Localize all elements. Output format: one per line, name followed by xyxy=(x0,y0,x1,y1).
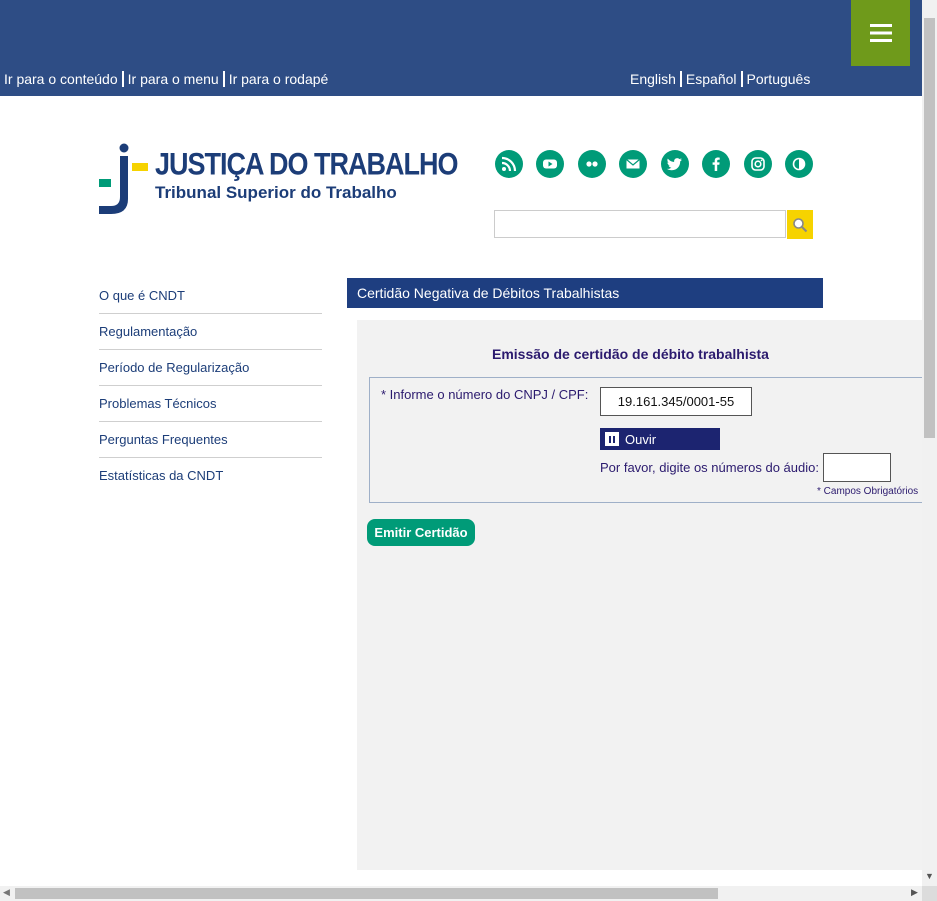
skip-to-content-link[interactable]: Ir para o conteúdo xyxy=(4,71,118,87)
flickr-icon[interactable] xyxy=(578,150,606,178)
logo-subtitle: Tribunal Superior do Trabalho xyxy=(155,183,397,202)
vertical-scrollbar-thumb[interactable] xyxy=(924,18,935,438)
listen-audio-label: Ouvir xyxy=(625,431,657,447)
sidebar-item-perguntas-frequentes[interactable]: Perguntas Frequentes xyxy=(99,422,322,458)
form-fieldset: * Informe o número do CNPJ / CPF: Ouvir … xyxy=(369,377,929,503)
sidebar-item-o-que-e-cndt[interactable]: O que é CNDT xyxy=(99,278,322,314)
hamburger-icon xyxy=(869,24,892,42)
facebook-icon[interactable] xyxy=(702,150,730,178)
separator xyxy=(222,71,225,87)
horizontal-scrollbar[interactable]: ◀ ▶ xyxy=(0,886,922,901)
logo-title: JUSTIÇA DO TRABALHO xyxy=(155,147,458,182)
sidebar-nav: O que é CNDT Regulamentação Período de R… xyxy=(99,278,322,493)
skip-to-footer-link[interactable]: Ir para o rodapé xyxy=(229,71,329,87)
youtube-icon[interactable] xyxy=(536,150,564,178)
top-bar: Ir para o conteúdo Ir para o menu Ir par… xyxy=(0,0,922,96)
scrollbar-corner xyxy=(922,886,937,901)
form-title: Emissão de certidão de débito trabalhist… xyxy=(492,346,769,362)
skip-to-menu-link[interactable]: Ir para o menu xyxy=(128,71,219,87)
twitter-icon[interactable] xyxy=(661,150,689,178)
instagram-icon[interactable] xyxy=(744,150,772,178)
site-logo[interactable]: JUSTIÇA DO TRABALHO Tribunal Superior do… xyxy=(99,143,458,215)
audio-captcha-input[interactable] xyxy=(823,453,891,482)
cnpj-input[interactable] xyxy=(600,387,752,416)
sidebar-item-problemas-tecnicos[interactable]: Problemas Técnicos xyxy=(99,386,322,422)
sidebar-item-regulamentacao[interactable]: Regulamentação xyxy=(99,314,322,350)
audio-captcha-label: Por favor, digite os números do áudio: xyxy=(600,460,819,475)
pause-icon xyxy=(605,432,619,446)
email-icon[interactable] xyxy=(619,150,647,178)
skip-links: Ir para o conteúdo Ir para o menu Ir par… xyxy=(4,71,328,87)
content-panel: Emissão de certidão de débito trabalhist… xyxy=(357,320,929,870)
search-button[interactable] xyxy=(787,210,813,239)
search-icon xyxy=(793,217,808,232)
cnpj-label: * Informe o número do CNPJ / CPF: xyxy=(381,387,589,402)
sidebar-item-periodo-regularizacao[interactable]: Período de Regularização xyxy=(99,350,322,386)
scroll-left-arrow-icon[interactable]: ◀ xyxy=(3,887,10,898)
page-title: Certidão Negativa de Débitos Trabalhista… xyxy=(347,278,823,308)
scroll-down-arrow-icon[interactable]: ▼ xyxy=(925,871,934,881)
separator xyxy=(740,71,743,87)
search-input[interactable] xyxy=(494,210,786,238)
horizontal-scrollbar-thumb[interactable] xyxy=(15,888,718,899)
sidebar-item-estatisticas[interactable]: Estatísticas da CNDT xyxy=(99,458,322,493)
lang-portuguese-link[interactable]: Português xyxy=(747,71,811,87)
logo-mark-icon xyxy=(99,143,148,214)
separator xyxy=(121,71,124,87)
contrast-icon[interactable] xyxy=(785,150,813,178)
lang-spanish-link[interactable]: Español xyxy=(686,71,737,87)
lang-english-link[interactable]: English xyxy=(630,71,676,87)
language-links: English Español Português xyxy=(630,71,810,87)
listen-audio-button[interactable]: Ouvir xyxy=(600,428,720,450)
separator xyxy=(679,71,682,87)
scroll-right-arrow-icon[interactable]: ▶ xyxy=(911,887,918,898)
rss-icon[interactable] xyxy=(495,150,523,178)
vertical-scrollbar[interactable]: ▼ xyxy=(922,0,937,886)
menu-button[interactable] xyxy=(851,0,910,66)
required-fields-note: * Campos Obrigatórios xyxy=(817,486,919,497)
emit-certificate-button[interactable]: Emitir Certidão xyxy=(367,519,475,546)
